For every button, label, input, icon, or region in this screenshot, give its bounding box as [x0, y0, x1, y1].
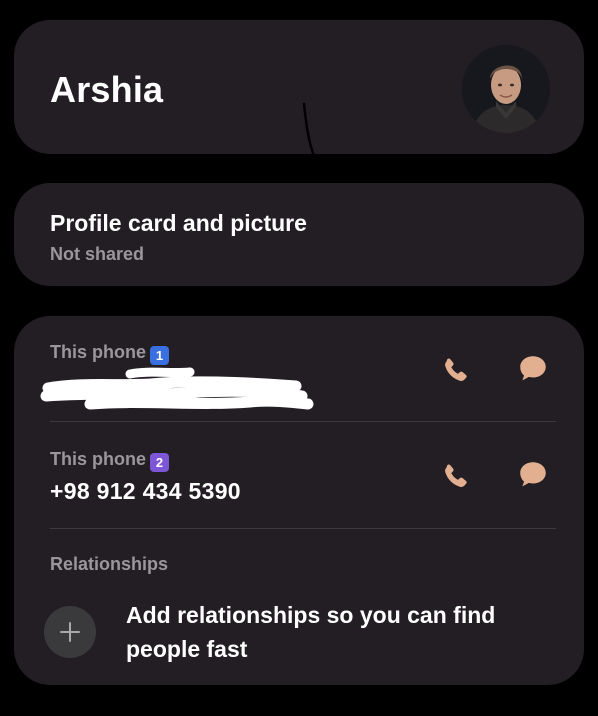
- phone-label-text: This phone: [50, 449, 146, 469]
- phone-numbers-card: This phone 1 This phone 2 +98 912 434 5390…: [14, 316, 584, 685]
- contact-name: Arshia: [50, 69, 164, 110]
- add-relationship-button[interactable]: [44, 606, 96, 658]
- sim-2-badge: 2: [150, 453, 169, 472]
- phone-row-1-label: This phone 1: [50, 342, 169, 365]
- stray-mark: [302, 102, 316, 158]
- divider: [50, 421, 556, 422]
- call-icon[interactable]: [438, 460, 472, 494]
- avatar[interactable]: [462, 45, 550, 133]
- sim-1-badge: 1: [150, 346, 169, 365]
- avatar-photo-icon: [462, 45, 550, 133]
- relationships-label: Relationships: [50, 554, 169, 574]
- message-icon[interactable]: [516, 352, 550, 386]
- plus-icon: [60, 622, 80, 642]
- profile-card-section[interactable]: Profile card and picture Not shared: [14, 183, 584, 286]
- contact-header-card: Arshia: [14, 20, 584, 158]
- phone-row-2-label: This phone 2: [50, 449, 169, 472]
- call-icon[interactable]: [438, 354, 472, 388]
- phone-label-text: This phone: [50, 342, 146, 362]
- profile-card-title: Profile card and picture: [50, 210, 307, 236]
- phone-number-2[interactable]: +98 912 434 5390: [50, 478, 241, 505]
- message-icon[interactable]: [516, 458, 550, 492]
- add-relationships-text[interactable]: Add relationships so you can find people…: [126, 598, 546, 666]
- profile-card-status: Not shared: [50, 244, 145, 264]
- redacted-number-scribble: [40, 367, 314, 410]
- divider: [50, 528, 556, 529]
